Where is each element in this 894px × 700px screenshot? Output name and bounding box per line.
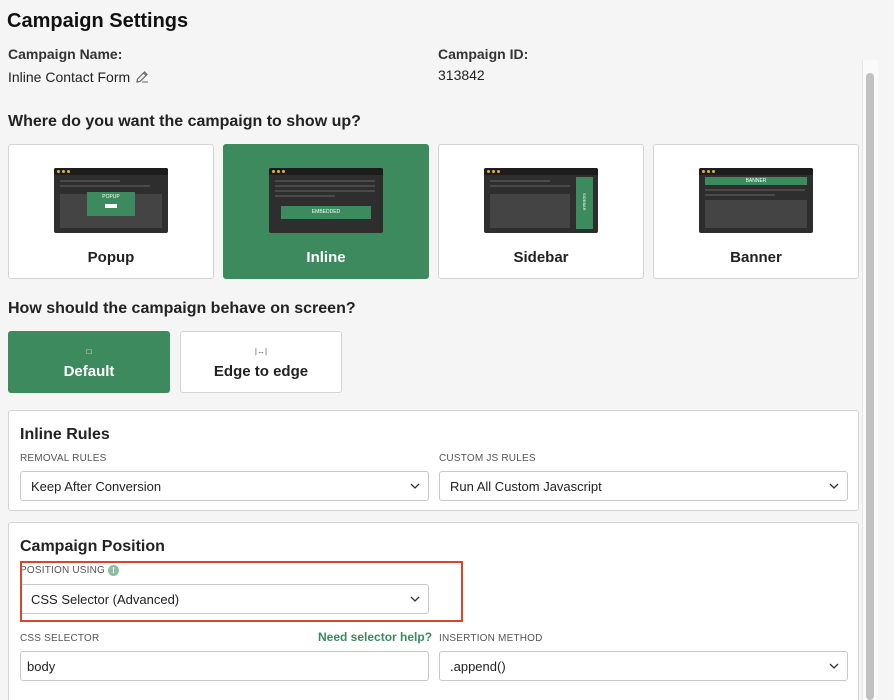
chevron-down-icon (410, 596, 420, 602)
behavior-default-label: Default (63, 363, 115, 380)
behavior-edge-to-edge-label: Edge to edge (213, 363, 309, 380)
inline-rules-title: Inline Rules (20, 426, 110, 443)
removal-rules-value: Keep After Conversion (31, 479, 162, 494)
chevron-down-icon (410, 483, 420, 489)
placement-label-sidebar: Sidebar (513, 249, 569, 266)
insertion-method-label: INSERTION METHOD (439, 633, 543, 644)
campaign-id-label: Campaign ID: (438, 46, 529, 62)
placement-label-popup: Popup (87, 249, 135, 266)
banner-thumb-text: BANNER (705, 177, 807, 185)
custom-js-rules-select[interactable]: Run All Custom Javascript (439, 471, 848, 501)
popup-thumb-text: POPUP (102, 194, 120, 200)
placement-label-banner: Banner (730, 249, 782, 266)
campaign-position-title: Campaign Position (20, 538, 165, 555)
selector-help-link[interactable]: Need selector help? (318, 630, 432, 644)
css-selector-label: CSS SELECTOR (20, 633, 100, 644)
edit-pencil-icon[interactable] (136, 70, 149, 86)
removal-rules-label: REMOVAL RULES (20, 453, 107, 464)
behavior-question: How should the campaign behave on screen… (8, 300, 356, 317)
custom-js-rules-label: CUSTOM JS RULES (439, 453, 536, 464)
placement-card-popup[interactable]: POPUP Popup (8, 144, 214, 279)
css-selector-input[interactable]: body (20, 651, 429, 681)
placement-question: Where do you want the campaign to show u… (8, 113, 361, 130)
inline-thumb-text: EMBEDDED (281, 206, 371, 219)
inline-rules-panel: Inline Rules REMOVAL RULES Keep After Co… (8, 410, 859, 511)
campaign-position-panel: Campaign Position POSITION USING i CSS Se… (8, 522, 859, 700)
scrollbar-thumb[interactable] (866, 73, 874, 700)
position-using-value: CSS Selector (Advanced) (31, 592, 180, 607)
info-icon[interactable]: i (108, 565, 120, 576)
position-using-label: POSITION USING (20, 565, 106, 577)
removal-rules-select[interactable]: Keep After Conversion (20, 471, 429, 501)
campaign-name-row: Inline Contact Form (8, 69, 149, 86)
custom-js-rules-value: Run All Custom Javascript (450, 479, 602, 494)
behavior-edge-to-edge-button[interactable]: |↔| Edge to edge (180, 331, 342, 393)
inline-preview-icon: EMBEDDED (269, 168, 383, 233)
position-using-select[interactable]: CSS Selector (Advanced) (20, 584, 429, 614)
sidebar-thumb-text: SIDEBAR (582, 193, 587, 211)
chevron-down-icon (829, 483, 839, 489)
campaign-name-label: Campaign Name: (8, 46, 123, 62)
position-using-label-row: POSITION USING i (20, 565, 120, 577)
insertion-method-select[interactable]: .append() (439, 651, 848, 681)
campaign-name-value: Inline Contact Form (8, 69, 131, 85)
placement-card-banner[interactable]: BANNER Banner (653, 144, 859, 279)
campaign-id-value: 313842 (438, 67, 485, 83)
placement-card-inline[interactable]: EMBEDDED Inline (223, 144, 429, 279)
placement-label-inline: Inline (306, 249, 346, 266)
popup-preview-icon: POPUP (54, 168, 168, 233)
expand-horizontal-icon: |↔| (254, 347, 268, 356)
square-icon: □ (86, 347, 92, 356)
sidebar-preview-icon: SIDEBAR (484, 168, 598, 233)
insertion-method-value: .append() (450, 659, 506, 674)
banner-preview-icon: BANNER (699, 168, 813, 233)
settings-content: Campaign Name: Inline Contact Form Campa… (0, 44, 860, 700)
page-title: Campaign Settings (7, 10, 189, 32)
chevron-down-icon (829, 663, 839, 669)
behavior-default-button[interactable]: □ Default (8, 331, 170, 393)
page-header: Campaign Settings (0, 0, 894, 44)
placement-card-sidebar[interactable]: SIDEBAR Sidebar (438, 144, 644, 279)
